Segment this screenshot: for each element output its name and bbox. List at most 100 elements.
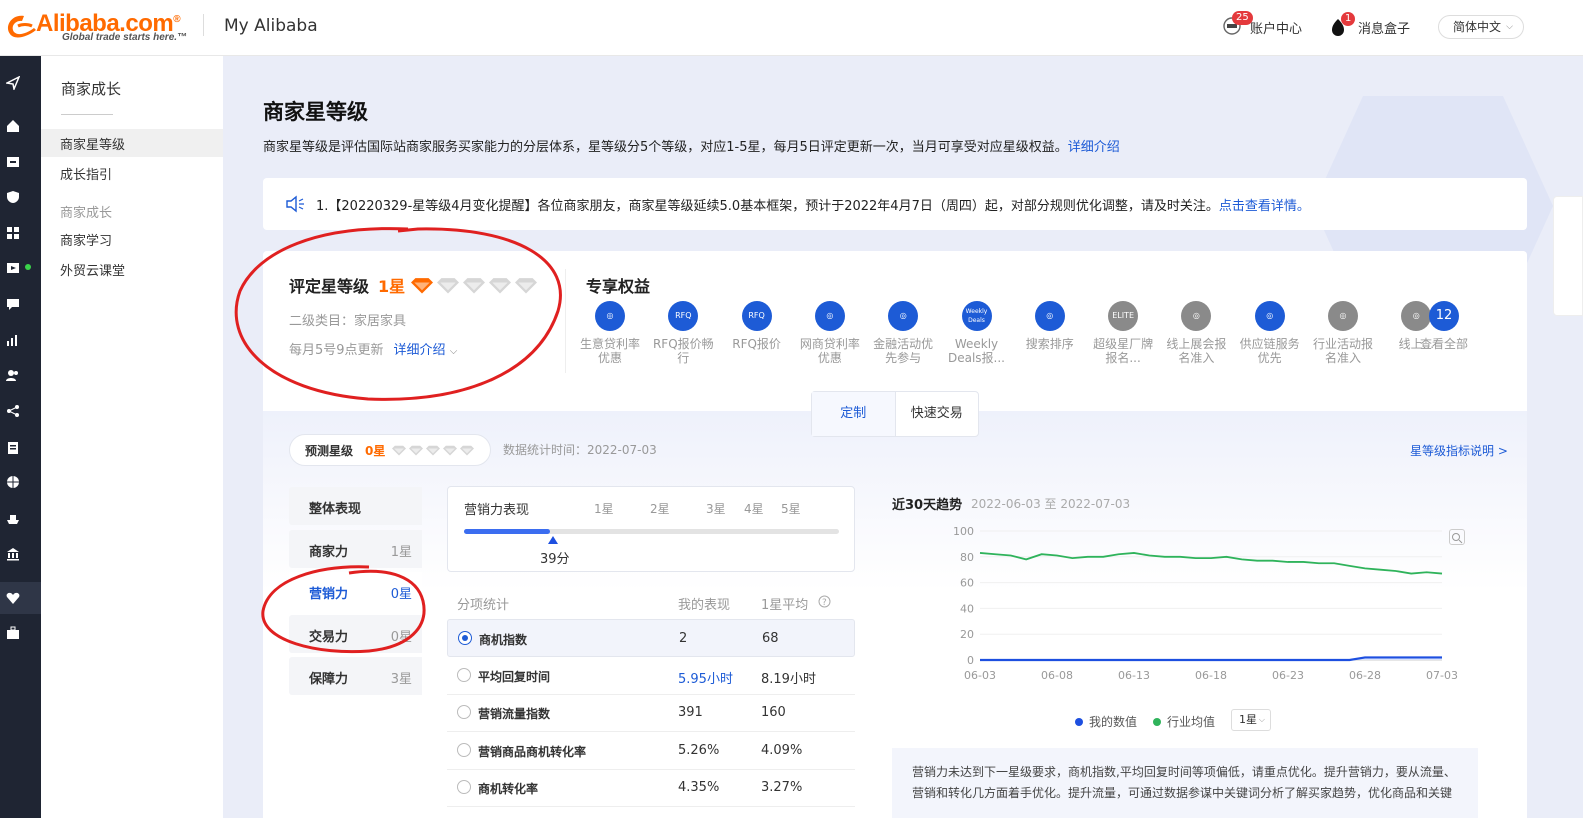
language-select[interactable]: 简体中文 ⌵ xyxy=(1438,15,1524,39)
diamond-filled-icon xyxy=(411,278,433,294)
sidebar-item-growth-guide[interactable]: 成长指引 xyxy=(60,164,112,183)
dimension-tab[interactable]: 交易力 0星 xyxy=(289,614,422,653)
progress-pointer-icon xyxy=(548,536,558,544)
table-row[interactable]: 商机转化率 4.35% 3.27% xyxy=(447,769,855,808)
x-tick-label: 06-03 xyxy=(964,669,996,682)
row-avg: 4.09% xyxy=(761,742,803,758)
notice-detail-link[interactable]: 点击查看详情。 xyxy=(1219,199,1310,214)
benefit-item[interactable]: ELITE 超级星厂牌报名... xyxy=(1088,301,1158,365)
benefit-item[interactable]: ◎ 金融活动优先参与 xyxy=(868,301,938,365)
x-tick-label: 06-23 xyxy=(1272,669,1304,682)
benefit-item[interactable]: ◎ 供应链服务优先 xyxy=(1235,301,1305,365)
benefit-item[interactable]: ◎ 行业活动报名准入 xyxy=(1308,301,1378,365)
description-detail-link[interactable]: 详细介绍 xyxy=(1068,140,1120,155)
tab-quick-trade[interactable]: 快速交易 xyxy=(896,392,979,436)
level-value: 1星 xyxy=(378,277,406,296)
level-title: 评定星等级 xyxy=(289,277,370,296)
row-radio[interactable] xyxy=(457,667,471,682)
network-icon[interactable] xyxy=(6,404,20,418)
benefit-item[interactable]: RFQ RFQ报价畅行 xyxy=(648,301,718,365)
apps-icon[interactable] xyxy=(6,226,20,240)
favorites-nav-item[interactable] xyxy=(0,582,41,614)
performance-mark: 5星 xyxy=(781,502,801,516)
indicator-explain-link[interactable]: 星等级指标说明 > xyxy=(1410,442,1508,459)
dimension-tab[interactable]: 营销力 0星 xyxy=(289,572,422,610)
bar-chart-icon[interactable] xyxy=(6,333,20,347)
benefit-label: 行业活动报名准入 xyxy=(1312,337,1373,365)
legend-industry-label: 行业均值 xyxy=(1167,715,1216,729)
diamond-empty-icon xyxy=(489,278,511,294)
chevron-down-icon: ⌵ xyxy=(1506,22,1513,32)
benefit-view-all[interactable]: 12 查看全部 xyxy=(1409,301,1479,351)
benefit-item[interactable]: ◎ 生意贷利率优惠 xyxy=(575,301,645,365)
benefit-item[interactable]: RFQ RFQ报价 xyxy=(722,301,792,351)
send-icon[interactable] xyxy=(6,76,20,90)
level-update-line: 每月5号9点更新 详细介绍 ⌵ xyxy=(289,339,457,358)
building-icon: ◎ xyxy=(1181,301,1212,331)
benefit-label: 生意贷利率优惠 xyxy=(579,337,640,365)
table-row[interactable]: 平均回复时间 5.95小时 8.19小时 xyxy=(447,657,855,695)
diamond-empty-icon xyxy=(409,445,423,456)
table-row[interactable]: 营销商品商机转化率 5.26% 4.09% xyxy=(447,732,855,770)
table-row[interactable]: 营销流量指数 391 160 xyxy=(447,694,855,733)
dimension-tab[interactable]: 保障力 3星 xyxy=(289,657,422,695)
performance-mark: 2星 xyxy=(650,502,670,516)
diamond-empty-icon xyxy=(437,278,459,294)
row-radio[interactable] xyxy=(457,742,471,757)
svg-text:?: ? xyxy=(822,598,827,608)
ranking-icon: ◎ xyxy=(1034,301,1065,331)
shield-icon[interactable] xyxy=(6,190,20,204)
benefit-item[interactable]: ◎ 网商贷利率优惠 xyxy=(795,301,865,365)
video-icon[interactable] xyxy=(6,261,20,275)
page-description-text: 商家星等级是评估国际站商家服务买家能力的分层体系，星等级分5个等级，对应1-5星… xyxy=(263,140,1068,155)
dimension-tab[interactable]: 商家力 1星 xyxy=(289,529,422,568)
globe-icon: ◎ xyxy=(1254,301,1285,331)
ship-icon[interactable] xyxy=(6,511,20,525)
level-detail-link[interactable]: 详细介绍 ⌵ xyxy=(394,343,458,358)
benefit-item[interactable]: ◎ 线上展会报名准入 xyxy=(1161,301,1231,365)
dimension-value: 0星 xyxy=(390,587,412,602)
hand-coin-icon: ◎ xyxy=(595,301,625,331)
benefit-label: 网商贷利率优惠 xyxy=(799,337,860,365)
alibaba-logo[interactable]: Alibaba.com® Global trade starts here.™ xyxy=(2,8,192,46)
row-radio[interactable] xyxy=(458,631,472,645)
sidebar-item-cloud-class[interactable]: 外贸云课堂 xyxy=(60,260,125,279)
online-dot xyxy=(25,264,31,270)
row-avg: 3.27% xyxy=(761,780,803,796)
briefcase-icon[interactable] xyxy=(6,626,20,640)
row-name: 营销商品商机转化率 xyxy=(478,744,587,759)
globe-icon[interactable] xyxy=(6,475,20,489)
diamond-empty-icon xyxy=(443,445,457,456)
benefit-item[interactable]: Weekly Deals Weekly Deals报... xyxy=(942,301,1012,365)
legend-mine: 我的数值 xyxy=(1075,713,1137,730)
benefit-view-all-label: 查看全部 xyxy=(1419,337,1468,351)
sidebar-item-learning[interactable]: 商家学习 xyxy=(60,230,112,249)
dimension-tab[interactable]: 整体表现 xyxy=(289,487,422,525)
trend-title: 近30天趋势 xyxy=(892,498,963,513)
home-icon[interactable] xyxy=(6,119,20,133)
side-floating-ribbon[interactable] xyxy=(1553,196,1583,316)
x-tick-label: 06-18 xyxy=(1195,669,1227,682)
help-icon[interactable]: ? xyxy=(818,595,831,608)
users-icon[interactable] xyxy=(6,368,20,382)
clipboard-icon[interactable] xyxy=(6,440,20,454)
store-icon[interactable] xyxy=(6,154,20,168)
row-radio[interactable] xyxy=(457,705,471,720)
bank-icon[interactable] xyxy=(6,547,20,561)
sidebar-item-star-level[interactable]: 商家星等级 xyxy=(60,134,125,153)
header-divider xyxy=(203,14,204,36)
benefit-item[interactable]: ◎ 搜索排序 xyxy=(1015,301,1085,351)
tab-custom[interactable]: 定制 xyxy=(812,392,896,436)
y-tick-label: 60 xyxy=(960,577,974,590)
x-tick-label: 07-03 xyxy=(1426,669,1458,682)
trend-level-select[interactable]: 1星 ⌵ xyxy=(1231,709,1271,731)
y-tick-label: 0 xyxy=(967,654,974,667)
site-title[interactable]: My Alibaba xyxy=(224,16,318,36)
table-row[interactable]: 商机指数 2 68 xyxy=(447,619,855,657)
message-badge: 1 xyxy=(1341,12,1356,26)
legend-mine-label: 我的数值 xyxy=(1089,715,1138,729)
row-radio[interactable] xyxy=(457,780,471,795)
diamond-empty-icon xyxy=(392,445,406,456)
performance-score: 39分 xyxy=(540,552,570,567)
chat-icon[interactable] xyxy=(6,297,20,311)
